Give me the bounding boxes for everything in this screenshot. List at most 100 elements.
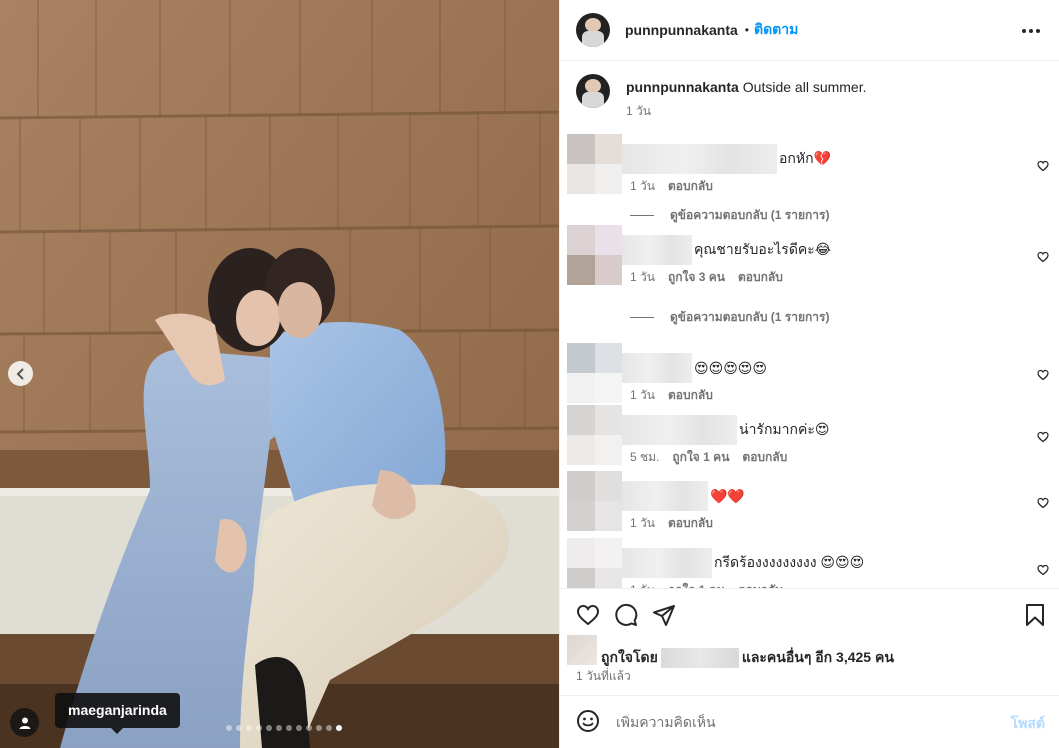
carousel-dot: [316, 725, 322, 731]
save-button[interactable]: [1025, 603, 1045, 630]
comment-username-blurred[interactable]: [622, 144, 777, 174]
caption-time[interactable]: 1 วัน: [626, 102, 867, 121]
emoji-icon: [577, 709, 599, 732]
comment-username-blurred[interactable]: [622, 415, 737, 445]
comment-text: น่ารักมากค่ะ😍: [739, 421, 830, 437]
comment-username-blurred[interactable]: [622, 235, 692, 265]
heart-icon: [576, 604, 600, 626]
comment-likes[interactable]: ถูกใจ 1 คน: [672, 448, 729, 467]
carousel-dot: [236, 725, 242, 731]
comment-username-blurred[interactable]: [622, 481, 708, 511]
comment-time[interactable]: 5 ชม.: [630, 448, 659, 467]
comment-like-button[interactable]: [1037, 563, 1049, 579]
carousel-dot: [276, 725, 282, 731]
chevron-left-icon: [16, 367, 24, 380]
carousel-dot: [306, 725, 312, 731]
caption: punnpunnakanta Outside all summer. 1 วัน: [576, 74, 867, 121]
liked-by[interactable]: ถูกใจโดย และคนอื่นๆ อีก 3,425 คน: [567, 635, 894, 668]
reply-button[interactable]: ตอบกลับ: [738, 268, 783, 287]
comment-time[interactable]: 1 วัน: [630, 581, 655, 588]
reply-button[interactable]: ตอบกลับ: [668, 514, 713, 533]
carousel-dot: [256, 725, 262, 731]
post-details-panel: punnpunnakanta • ติดตาม punnpunnakanta Ou…: [559, 0, 1059, 748]
caption-avatar[interactable]: [576, 74, 610, 108]
emoji-button[interactable]: [576, 709, 600, 736]
comment-composer: โพสต์: [560, 695, 1059, 748]
comment-avatar[interactable]: [567, 405, 622, 465]
previous-slide-button[interactable]: [8, 361, 33, 386]
heart-icon: [1037, 160, 1049, 172]
carousel-dot: [226, 725, 232, 731]
share-button[interactable]: [652, 603, 676, 630]
comment-likes[interactable]: ถูกใจ 1 คน: [668, 581, 725, 588]
liked-by-username-blurred[interactable]: [660, 648, 739, 668]
comment-time[interactable]: 1 วัน: [630, 514, 655, 533]
liked-by-avatar: [567, 635, 597, 665]
liked-by-prefix: ถูกใจโดย: [601, 649, 658, 665]
posted-time[interactable]: 1 วันที่แล้ว: [576, 667, 631, 686]
more-options-button[interactable]: [1021, 21, 1041, 37]
comment-like-button[interactable]: [1037, 159, 1049, 175]
comment-time[interactable]: 1 วัน: [630, 177, 655, 196]
tagged-users-button[interactable]: [10, 708, 39, 737]
comment-like-button[interactable]: [1037, 430, 1049, 446]
comment-avatar[interactable]: [567, 134, 622, 194]
liked-by-count[interactable]: และคนอื่นๆ อีก 3,425 คน: [742, 647, 894, 669]
header-username[interactable]: punnpunnakanta: [625, 22, 738, 38]
avatar[interactable]: [576, 13, 610, 47]
comment-list[interactable]: อกหัก💔 1 วัน ตอบกลับ ดูข้อความตอบกลับ (1…: [560, 126, 1059, 588]
view-replies-button[interactable]: ดูข้อความตอบกลับ (1 รายการ): [630, 206, 829, 225]
comment-likes[interactable]: ถูกใจ 3 คน: [668, 268, 725, 287]
comment-like-button[interactable]: [1037, 496, 1049, 512]
carousel-dot: [246, 725, 252, 731]
comment-avatar[interactable]: [567, 538, 622, 588]
comment-input[interactable]: [616, 714, 996, 730]
post-actions: ถูกใจโดย และคนอื่นๆ อีก 3,425 คน 1 วันที…: [560, 588, 1059, 695]
comment-username-blurred[interactable]: [622, 548, 712, 578]
caption-text: Outside all summer.: [742, 79, 867, 95]
comment-icon: [615, 603, 638, 626]
carousel-dot: [326, 725, 332, 731]
header-separator: •: [744, 23, 749, 37]
post-header: punnpunnakanta • ติดตาม: [560, 0, 1059, 61]
comment-text: อกหัก💔: [779, 150, 832, 166]
heart-icon: [1037, 564, 1049, 576]
post-comment-button[interactable]: โพสต์: [1011, 713, 1045, 735]
view-replies-button[interactable]: ดูข้อความตอบกลับ (1 รายการ): [630, 308, 829, 327]
bookmark-icon: [1026, 604, 1044, 626]
comment-button[interactable]: [614, 603, 638, 630]
follow-button[interactable]: ติดตาม: [754, 19, 798, 41]
carousel-dot: [296, 725, 302, 731]
reply-button[interactable]: ตอบกลับ: [668, 386, 713, 405]
tagged-user-label[interactable]: maeganjarinda: [55, 693, 180, 734]
comment-time[interactable]: 1 วัน: [630, 268, 655, 287]
comment-text: 😍😍😍😍😍: [694, 359, 767, 376]
like-button[interactable]: [576, 603, 600, 630]
comment-time[interactable]: 1 วัน: [630, 386, 655, 405]
share-icon: [653, 605, 675, 626]
comment-like-button[interactable]: [1037, 250, 1049, 266]
carousel-dot: [286, 725, 292, 731]
reply-button[interactable]: ตอบกลับ: [738, 581, 783, 588]
carousel-indicators: [226, 725, 342, 731]
heart-icon: [1037, 431, 1049, 443]
comment-like-button[interactable]: [1037, 368, 1049, 384]
heart-icon: [1037, 497, 1049, 509]
comment-text: คุณชายรับอะไรดีคะ😂: [694, 241, 832, 257]
heart-icon: [1037, 369, 1049, 381]
comment-username-blurred[interactable]: [622, 353, 692, 383]
caption-username[interactable]: punnpunnakanta: [626, 79, 739, 95]
reply-button[interactable]: ตอบกลับ: [668, 177, 713, 196]
comment-text: กรีดร้องงงงงงงงง 😍😍😍: [714, 554, 865, 570]
post-media[interactable]: maeganjarinda: [0, 0, 559, 748]
post-photo: [0, 0, 559, 748]
more-horizontal-icon: [1022, 29, 1040, 33]
reply-button[interactable]: ตอบกลับ: [742, 448, 787, 467]
post-dialog: maeganjarinda punnpunnakanta • ติดตาม pu…: [0, 0, 1059, 748]
user-icon: [19, 717, 30, 729]
comment-avatar[interactable]: [567, 343, 622, 403]
comment-avatar[interactable]: [567, 471, 622, 531]
heart-icon: [1037, 251, 1049, 263]
comment-avatar[interactable]: [567, 225, 622, 285]
carousel-dot: [336, 725, 342, 731]
